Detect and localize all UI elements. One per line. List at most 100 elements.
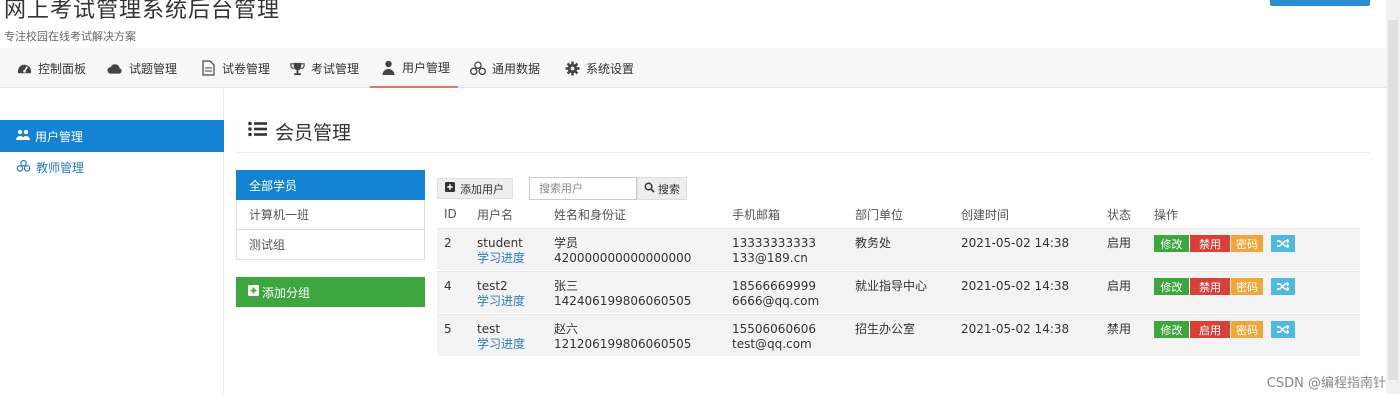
table-row: 4 test2 学习进度 张三 142406199806060505 18566… — [437, 271, 1360, 313]
nav-item-questions[interactable]: 试题管理 — [107, 48, 177, 88]
created-time: 2021-05-02 14:38 — [961, 279, 1070, 293]
nav-label: 控制面板 — [38, 61, 87, 76]
sidebar-item-teachers[interactable]: 教师管理 — [0, 151, 224, 183]
account-button[interactable] — [1270, 0, 1370, 6]
column-header: 操作 — [1154, 207, 1179, 222]
progress-link[interactable]: 学习进度 — [477, 251, 525, 266]
site-title: 网上考试管理系统后台管理 — [4, 0, 281, 23]
search-input[interactable] — [529, 177, 637, 200]
add-group-label: 添加分组 — [262, 285, 311, 300]
status-text: 启用 — [1107, 236, 1132, 250]
add-user-button[interactable]: 添加用户 — [437, 178, 513, 199]
user-icon — [380, 59, 396, 75]
column-header: 手机邮箱 — [732, 207, 781, 222]
sidebar-item-users[interactable]: 用户管理 — [0, 120, 224, 152]
sidebar-item-label: 用户管理 — [35, 129, 84, 144]
group-item-class1[interactable]: 计算机一班 — [236, 200, 425, 230]
cubes-icon — [16, 159, 31, 175]
shuffle-icon — [1277, 282, 1289, 291]
user-id: 4 — [444, 279, 452, 293]
username: test — [477, 322, 501, 336]
nav-item-exams[interactable]: 考试管理 — [289, 48, 359, 88]
nav-label: 系统设置 — [586, 61, 635, 76]
users-icon — [16, 129, 30, 143]
real-name: 学员 — [554, 236, 579, 250]
plus-square-icon — [445, 182, 455, 195]
column-header: 用户名 — [477, 207, 514, 222]
edit-button[interactable]: 修改 — [1154, 235, 1189, 252]
search-label: 搜索 — [658, 182, 680, 196]
nav-item-settings[interactable]: 系统设置 — [564, 48, 634, 88]
move-group-button[interactable] — [1271, 321, 1295, 338]
list-icon — [248, 121, 267, 142]
nav-label: 试卷管理 — [222, 61, 271, 76]
plus-square-icon — [248, 285, 259, 299]
edit-button[interactable]: 修改 — [1154, 278, 1189, 295]
user-id: 5 — [444, 322, 452, 336]
page-title-text: 会员管理 — [275, 122, 352, 144]
phone: 18566669999 — [732, 279, 816, 293]
toggle-status-button[interactable]: 禁用 — [1190, 235, 1230, 252]
page-scrollbar[interactable] — [1386, 0, 1400, 394]
id-card: 142406199806060505 — [554, 294, 692, 308]
created-time: 2021-05-02 14:38 — [961, 236, 1070, 250]
group-list: 全部学员 计算机一班 测试组 — [236, 170, 425, 260]
sidebar-item-label: 教师管理 — [36, 160, 85, 175]
table-row: 2 student 学习进度 学员 420000000000000000 133… — [437, 228, 1360, 270]
created-time: 2021-05-02 14:38 — [961, 322, 1070, 336]
title-divider — [236, 152, 1370, 153]
shuffle-icon — [1277, 239, 1289, 248]
real-name: 张三 — [554, 279, 579, 293]
nav-label: 考试管理 — [311, 61, 360, 76]
id-card: 420000000000000000 — [554, 251, 692, 265]
trophy-icon — [289, 60, 305, 76]
password-button[interactable]: 密码 — [1231, 235, 1263, 252]
add-group-button[interactable]: 添加分组 — [236, 277, 425, 307]
password-button[interactable]: 密码 — [1231, 321, 1263, 338]
scrollbar-thumb[interactable] — [1388, 20, 1398, 380]
move-group-button[interactable] — [1271, 278, 1295, 295]
top-navbar: 控制面板 试题管理 试卷管理 考试管理 用户管理 通用数据 系统设置 — [0, 48, 1400, 88]
nav-item-users[interactable]: 用户管理 — [370, 48, 458, 88]
gear-icon — [564, 60, 580, 76]
nav-item-papers[interactable]: 试卷管理 — [200, 48, 270, 88]
add-user-label: 添加用户 — [460, 182, 504, 196]
group-item-test[interactable]: 测试组 — [236, 230, 425, 260]
page-title: 会员管理 — [248, 118, 351, 145]
dashboard-icon — [16, 60, 32, 76]
nav-label: 通用数据 — [492, 61, 541, 76]
department: 就业指导中心 — [855, 279, 928, 293]
password-button[interactable]: 密码 — [1231, 278, 1263, 295]
department: 招生办公室 — [855, 322, 916, 336]
nav-label: 试题管理 — [129, 61, 178, 76]
department: 教务处 — [855, 236, 892, 250]
toggle-status-button[interactable]: 禁用 — [1190, 278, 1230, 295]
nav-item-common-data[interactable]: 通用数据 — [470, 48, 540, 88]
nav-item-dashboard[interactable]: 控制面板 — [16, 48, 86, 88]
site-subtitle: 专注校园在线考试解决方案 — [4, 30, 136, 43]
search-button[interactable]: 搜索 — [637, 177, 687, 200]
column-header: 创建时间 — [961, 207, 1010, 222]
shuffle-icon — [1277, 325, 1289, 334]
sidebar: 用户管理 教师管理 — [0, 89, 224, 394]
cloud-icon — [107, 60, 123, 76]
real-name: 赵六 — [554, 322, 579, 336]
email: 133@189.cn — [732, 251, 808, 265]
progress-link[interactable]: 学习进度 — [477, 294, 525, 309]
username: student — [477, 236, 523, 250]
phone: 15506060606 — [732, 322, 816, 336]
move-group-button[interactable] — [1271, 235, 1295, 252]
progress-link[interactable]: 学习进度 — [477, 337, 525, 352]
group-item-all[interactable]: 全部学员 — [236, 170, 425, 200]
search-icon — [644, 182, 655, 196]
edit-button[interactable]: 修改 — [1154, 321, 1189, 338]
column-header: ID — [444, 207, 457, 221]
table-row: 5 test 学习进度 赵六 121206199806060505 155060… — [437, 314, 1360, 356]
app-header: 网上考试管理系统后台管理 专注校园在线考试解决方案 — [0, 0, 1400, 48]
status-text: 禁用 — [1107, 322, 1132, 336]
phone: 13333333333 — [732, 236, 816, 250]
nav-label: 用户管理 — [402, 60, 451, 75]
user-id: 2 — [444, 236, 452, 250]
toggle-status-button[interactable]: 启用 — [1190, 321, 1230, 338]
watermark: CSDN @编程指南针 — [1266, 376, 1386, 391]
